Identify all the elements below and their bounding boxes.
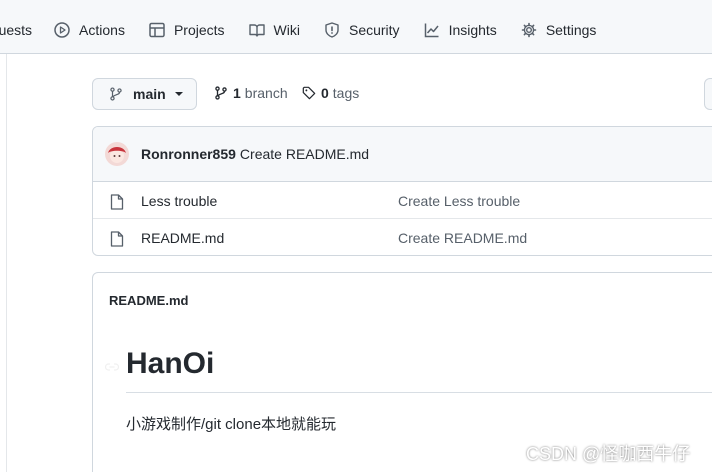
readme-title-link[interactable]: README.md xyxy=(109,293,188,308)
commit-author-link[interactable]: Ronronner859 xyxy=(141,146,236,162)
gear-icon xyxy=(521,22,537,38)
branch-label: branch xyxy=(244,85,288,101)
code-button[interactable] xyxy=(704,78,712,110)
tag-count: 0 xyxy=(321,85,329,101)
tab-settings[interactable]: Settings xyxy=(521,7,597,53)
branches-link[interactable]: 1 branch xyxy=(214,85,288,101)
branch-count: 1 xyxy=(233,85,241,101)
graph-icon xyxy=(424,23,439,38)
repo-tab-nav: equests Actions Projects Wiki Security I… xyxy=(0,7,712,54)
heading-divider xyxy=(126,392,712,393)
tab-label: Settings xyxy=(545,22,597,38)
chevron-down-icon xyxy=(174,92,183,96)
avatar-image xyxy=(105,142,129,166)
tab-label: Security xyxy=(348,22,400,38)
branch-icon xyxy=(215,86,227,100)
tab-label: Insights xyxy=(448,22,497,38)
table-row: README.md Create README.md xyxy=(93,219,712,255)
tab-wiki[interactable]: Wiki xyxy=(248,7,300,53)
tags-link[interactable]: 0 tags xyxy=(302,85,359,101)
tab-label: Actions xyxy=(79,22,125,38)
tab-label: Projects xyxy=(173,22,225,38)
top-strip xyxy=(0,0,712,7)
book-icon xyxy=(248,24,265,37)
branch-select-button[interactable]: main xyxy=(92,78,197,110)
branch-name: main xyxy=(133,86,166,102)
left-divider xyxy=(6,54,7,472)
branch-icon xyxy=(110,87,122,101)
shield-icon xyxy=(325,22,339,38)
file-commit-link[interactable]: Create Less trouble xyxy=(398,193,520,209)
file-name-link[interactable]: README.md xyxy=(141,230,224,246)
file-icon xyxy=(110,231,124,247)
table-row: Less trouble Create Less trouble xyxy=(93,182,712,219)
tab-actions[interactable]: Actions xyxy=(54,7,125,53)
link-icon[interactable] xyxy=(105,363,119,371)
tab-label: Wiki xyxy=(273,22,300,38)
tab-projects[interactable]: Projects xyxy=(149,7,225,53)
tag-label: tags xyxy=(332,85,360,101)
readme-heading: HanOi xyxy=(126,347,215,380)
latest-commit: Ronronner859 Create README.md xyxy=(93,127,712,182)
file-icon xyxy=(110,194,124,210)
tab-label: equests xyxy=(0,22,33,38)
tab-security[interactable]: Security xyxy=(324,7,400,53)
file-name-link[interactable]: Less trouble xyxy=(141,193,217,209)
watermark: CSDN @怪咖西牛仔 xyxy=(526,444,691,464)
table-icon xyxy=(149,22,165,38)
commit-message-link[interactable]: Create README.md xyxy=(240,146,369,162)
readme-text: 小游戏制作/git clone本地就能玩 xyxy=(126,416,337,433)
tab-insights[interactable]: Insights xyxy=(424,7,497,53)
file-commit-link[interactable]: Create README.md xyxy=(398,230,527,246)
file-list: Ronronner859 Create README.md Less troub… xyxy=(92,126,712,256)
avatar[interactable] xyxy=(105,142,129,166)
play-icon xyxy=(54,22,70,38)
tab-pull-requests[interactable]: equests xyxy=(0,7,32,53)
tag-icon xyxy=(302,86,316,100)
